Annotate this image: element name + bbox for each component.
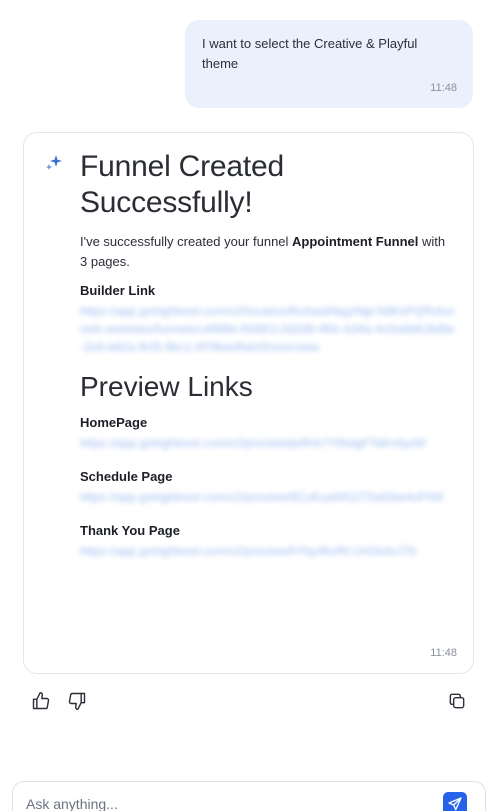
thank-you-page-link[interactable]: https://app.gohighlevel.com/v2/preview/h… bbox=[80, 542, 455, 560]
chat-input[interactable] bbox=[26, 792, 426, 811]
chat-input-bar bbox=[12, 781, 486, 811]
schedule-page-link[interactable]: https://app.gohighlevel.com/v2/preview/8… bbox=[80, 488, 455, 506]
copy-icon[interactable] bbox=[446, 690, 468, 712]
send-button[interactable] bbox=[443, 792, 467, 811]
funnel-name: Appointment Funnel bbox=[292, 234, 419, 249]
response-intro: I've successfully created your funnel Ap… bbox=[80, 232, 455, 272]
ai-message-time: 11:48 bbox=[430, 647, 457, 659]
user-message-time: 11:48 bbox=[430, 82, 457, 94]
send-icon bbox=[448, 797, 462, 811]
thumbs-down-icon[interactable] bbox=[66, 690, 88, 712]
homepage-label: HomePage bbox=[80, 415, 148, 430]
ai-response-card: Funnel Created Successfully! I've succes… bbox=[23, 132, 474, 674]
builder-link-label: Builder Link bbox=[80, 283, 156, 298]
sparkle-icon bbox=[44, 153, 64, 173]
response-heading: Funnel Created Successfully! bbox=[80, 150, 284, 219]
preview-links-heading: Preview Links bbox=[80, 371, 253, 402]
thank-you-page-label: Thank You Page bbox=[80, 523, 180, 538]
schedule-page-label: Schedule Page bbox=[80, 469, 173, 484]
builder-link[interactable]: https://app.gohighlevel.com/v2/location/… bbox=[80, 302, 455, 356]
intro-prefix: I've successfully created your funnel bbox=[80, 234, 293, 249]
feedback-actions bbox=[30, 690, 88, 712]
user-message-bubble: I want to select the Creative & Playful … bbox=[185, 20, 473, 108]
user-message-text: I want to select the Creative & Playful … bbox=[202, 36, 418, 71]
thumbs-up-icon[interactable] bbox=[30, 690, 52, 712]
homepage-link[interactable]: https://app.gohighlevel.com/v2/preview/j… bbox=[80, 434, 455, 452]
